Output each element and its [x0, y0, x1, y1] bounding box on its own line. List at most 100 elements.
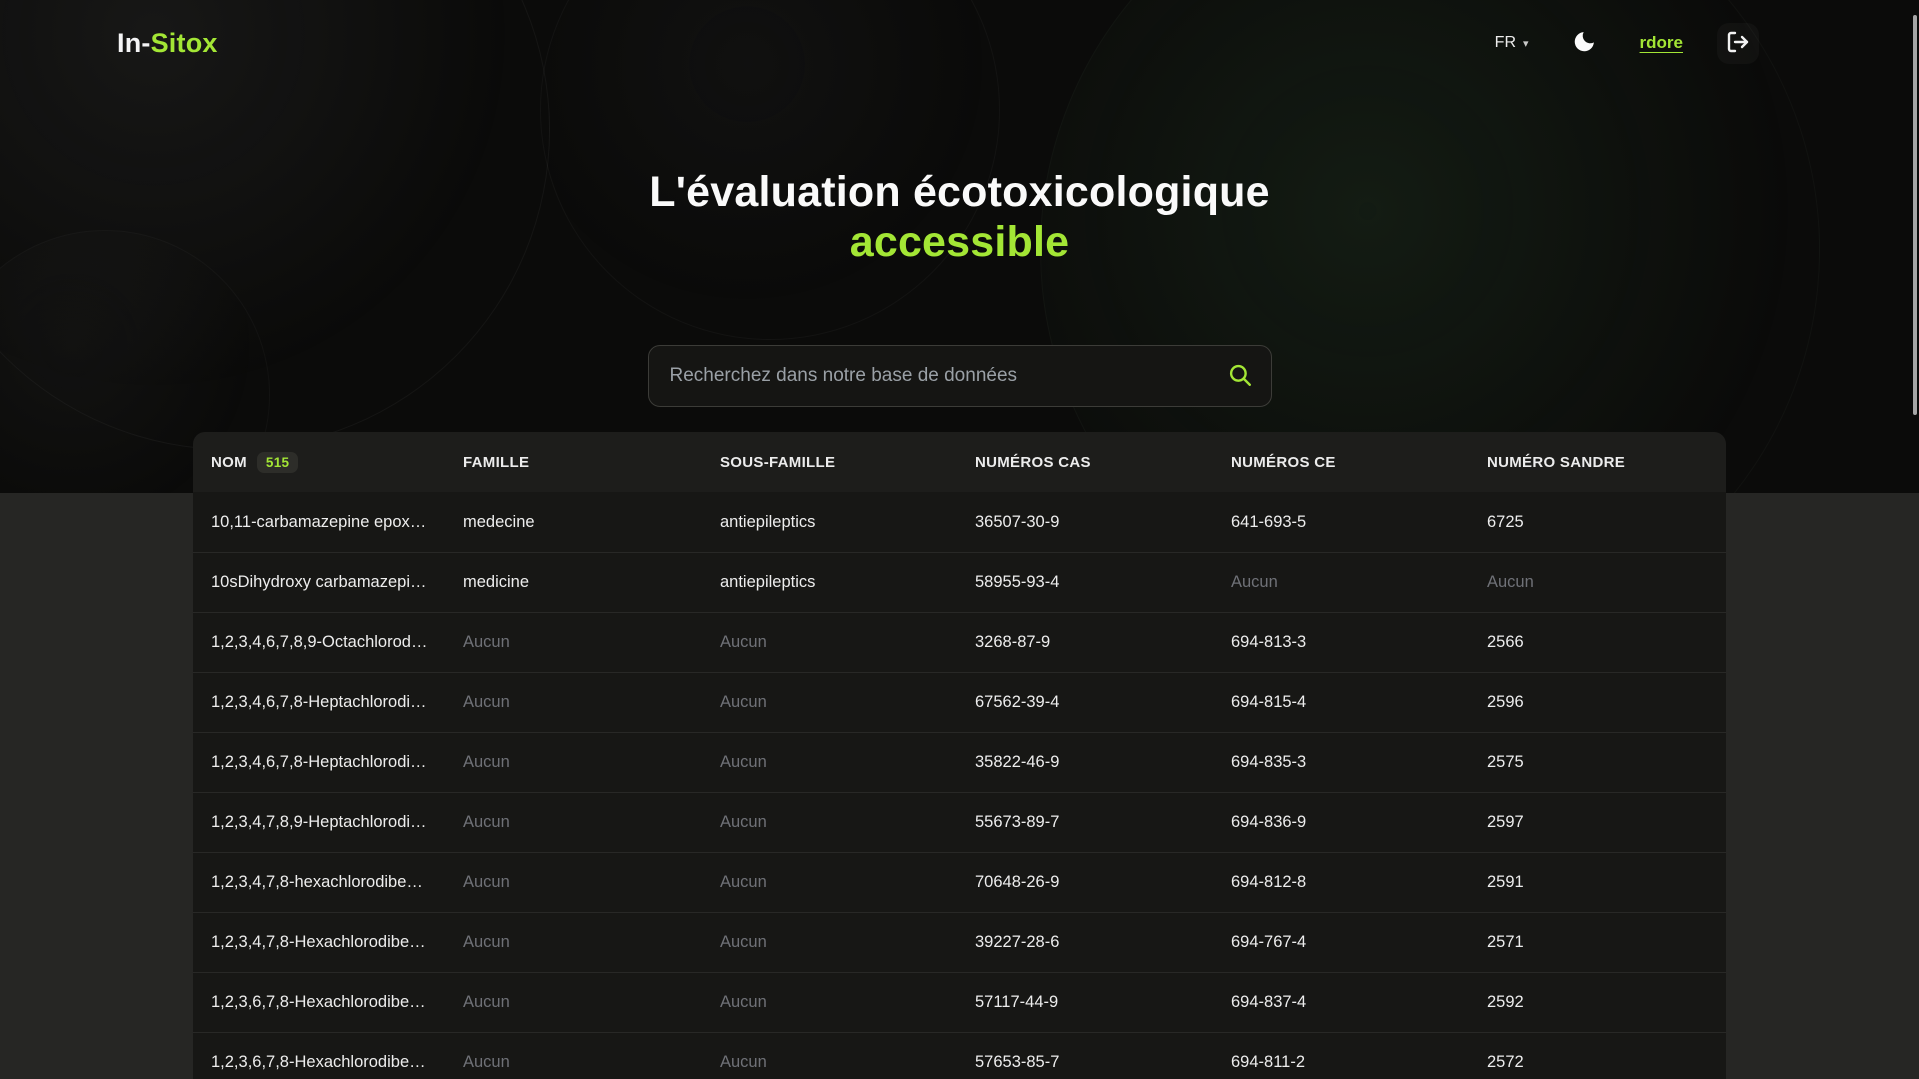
cell-numeros-ce: 694-811-2 — [1231, 1053, 1487, 1072]
cell-nom: 1,2,3,4,6,7,8,9-Octachlorod… — [211, 633, 463, 652]
cell-famille: Aucun — [463, 633, 720, 652]
cell-sous-famille: Aucun — [720, 993, 975, 1012]
cell-sous-famille: Aucun — [720, 633, 975, 652]
logout-button[interactable] — [1717, 23, 1759, 64]
cell-nom: 1,2,3,4,7,8,9-Heptachlorodi… — [211, 813, 463, 832]
table-row[interactable]: 10,11-carbamazepine epox… medecine antie… — [193, 492, 1726, 552]
brand-prefix: In- — [117, 28, 151, 58]
cell-numero-sandre: 2572 — [1487, 1053, 1708, 1072]
table-row[interactable]: 1,2,3,4,7,8-hexachlorodibe… Aucun Aucun … — [193, 852, 1726, 912]
cell-sous-famille: Aucun — [720, 873, 975, 892]
brand-suffix: Sitox — [151, 28, 218, 58]
cell-numeros-cas: 55673-89-7 — [975, 813, 1231, 832]
search-bar — [648, 345, 1272, 407]
cell-numero-sandre: 2571 — [1487, 933, 1708, 952]
theme-toggle-button[interactable] — [1563, 22, 1606, 64]
cell-numero-sandre: 2592 — [1487, 993, 1708, 1012]
cell-sous-famille: Aucun — [720, 753, 975, 772]
result-count-badge: 515 — [257, 452, 298, 473]
cell-numeros-cas: 70648-26-9 — [975, 873, 1231, 892]
table-header: NOM 515 FAMILLE SOUS-FAMILLE NUMÉROS CAS… — [193, 432, 1726, 492]
cell-numero-sandre: Aucun — [1487, 573, 1708, 592]
moon-icon — [1572, 29, 1597, 57]
username-link[interactable]: rdore — [1640, 33, 1683, 53]
cell-nom: 1,2,3,6,7,8-Hexachlorodibe… — [211, 993, 463, 1012]
cell-famille: Aucun — [463, 693, 720, 712]
table-row[interactable]: 1,2,3,4,7,8,9-Heptachlorodi… Aucun Aucun… — [193, 792, 1726, 852]
cell-numeros-cas: 39227-28-6 — [975, 933, 1231, 952]
cell-numeros-cas: 58955-93-4 — [975, 573, 1231, 592]
column-header-numeros-ce: NUMÉROS CE — [1231, 454, 1487, 471]
cell-famille: Aucun — [463, 933, 720, 952]
cell-famille: Aucun — [463, 1053, 720, 1072]
cell-famille: medecine — [463, 513, 720, 532]
column-header-label: FAMILLE — [463, 454, 529, 471]
column-header-label: SOUS-FAMILLE — [720, 454, 835, 471]
cell-nom: 1,2,3,4,6,7,8-Heptachlorodi… — [211, 693, 463, 712]
cell-numeros-ce: 694-812-8 — [1231, 873, 1487, 892]
table-row[interactable]: 1,2,3,4,6,7,8,9-Octachlorod… Aucun Aucun… — [193, 612, 1726, 672]
search-icon — [1227, 362, 1253, 391]
cell-numeros-ce: 694-837-4 — [1231, 993, 1487, 1012]
cell-numeros-ce: 694-813-3 — [1231, 633, 1487, 652]
top-nav: In-Sitox FR ▾ rdore — [0, 0, 1919, 72]
cell-numero-sandre: 2596 — [1487, 693, 1708, 712]
cell-famille: medicine — [463, 573, 720, 592]
table-row[interactable]: 10sDihydroxy carbamazepi… medicine antie… — [193, 552, 1726, 612]
cell-numeros-cas: 35822-46-9 — [975, 753, 1231, 772]
chevron-down-icon: ▾ — [1523, 37, 1529, 50]
column-header-label: NUMÉROS CE — [1231, 454, 1336, 471]
brand-logo[interactable]: In-Sitox — [117, 28, 218, 59]
cell-famille: Aucun — [463, 753, 720, 772]
table-row[interactable]: 1,2,3,6,7,8-Hexachlorodibe… Aucun Aucun … — [193, 1032, 1726, 1079]
table-row[interactable]: 1,2,3,4,6,7,8-Heptachlorodi… Aucun Aucun… — [193, 732, 1726, 792]
cell-nom: 1,2,3,6,7,8-Hexachlorodibe… — [211, 1053, 463, 1072]
cell-numeros-ce: Aucun — [1231, 573, 1487, 592]
language-label: FR — [1495, 34, 1516, 52]
cell-numeros-cas: 3268-87-9 — [975, 633, 1231, 652]
substances-table: NOM 515 FAMILLE SOUS-FAMILLE NUMÉROS CAS… — [193, 432, 1726, 1079]
column-header-numeros-cas: NUMÉROS CAS — [975, 454, 1231, 471]
cell-nom: 1,2,3,4,7,8-hexachlorodibe… — [211, 873, 463, 892]
cell-nom: 1,2,3,4,7,8-Hexachlorodibe… — [211, 933, 463, 952]
column-header-label: NUMÉROS CAS — [975, 454, 1091, 471]
column-header-nom: NOM 515 — [211, 452, 463, 473]
search-input[interactable] — [649, 346, 1221, 406]
cell-famille: Aucun — [463, 993, 720, 1012]
cell-numero-sandre: 2597 — [1487, 813, 1708, 832]
table-row[interactable]: 1,2,3,6,7,8-Hexachlorodibe… Aucun Aucun … — [193, 972, 1726, 1032]
table-body: 10,11-carbamazepine epox… medecine antie… — [193, 492, 1726, 1079]
page-title: L'évaluation écotoxicologique accessible — [0, 167, 1919, 267]
cell-famille: Aucun — [463, 813, 720, 832]
column-header-numero-sandre: NUMÉRO SANDRE — [1487, 454, 1708, 471]
scrollbar-thumb[interactable] — [1913, 15, 1917, 415]
table-row[interactable]: 1,2,3,4,6,7,8-Heptachlorodi… Aucun Aucun… — [193, 672, 1726, 732]
cell-sous-famille: Aucun — [720, 813, 975, 832]
cell-numeros-cas: 36507-30-9 — [975, 513, 1231, 532]
language-selector[interactable]: FR ▾ — [1495, 34, 1529, 52]
page-scrollbar[interactable] — [1909, 0, 1919, 1079]
cell-nom: 10,11-carbamazepine epox… — [211, 513, 463, 532]
cell-nom: 10sDihydroxy carbamazepi… — [211, 573, 463, 592]
cell-numero-sandre: 2575 — [1487, 753, 1708, 772]
cell-numero-sandre: 2566 — [1487, 633, 1708, 652]
page-title-line1: L'évaluation écotoxicologique — [0, 167, 1919, 217]
cell-numeros-ce: 694-815-4 — [1231, 693, 1487, 712]
cell-sous-famille: Aucun — [720, 693, 975, 712]
cell-numeros-ce: 694-767-4 — [1231, 933, 1487, 952]
cell-famille: Aucun — [463, 873, 720, 892]
cell-sous-famille: antiepileptics — [720, 513, 975, 532]
cell-numero-sandre: 6725 — [1487, 513, 1708, 532]
cell-numeros-ce: 641-693-5 — [1231, 513, 1487, 532]
cell-numeros-cas: 57117-44-9 — [975, 993, 1231, 1012]
cell-sous-famille: Aucun — [720, 933, 975, 952]
cell-numeros-cas: 67562-39-4 — [975, 693, 1231, 712]
column-header-label: NUMÉRO SANDRE — [1487, 454, 1625, 471]
table-row[interactable]: 1,2,3,4,7,8-Hexachlorodibe… Aucun Aucun … — [193, 912, 1726, 972]
cell-numeros-ce: 694-836-9 — [1231, 813, 1487, 832]
cell-nom: 1,2,3,4,6,7,8-Heptachlorodi… — [211, 753, 463, 772]
page: In-Sitox FR ▾ rdore — [0, 0, 1919, 1079]
search-button[interactable] — [1221, 362, 1271, 391]
logout-icon — [1726, 30, 1750, 57]
cell-sous-famille: antiepileptics — [720, 573, 975, 592]
